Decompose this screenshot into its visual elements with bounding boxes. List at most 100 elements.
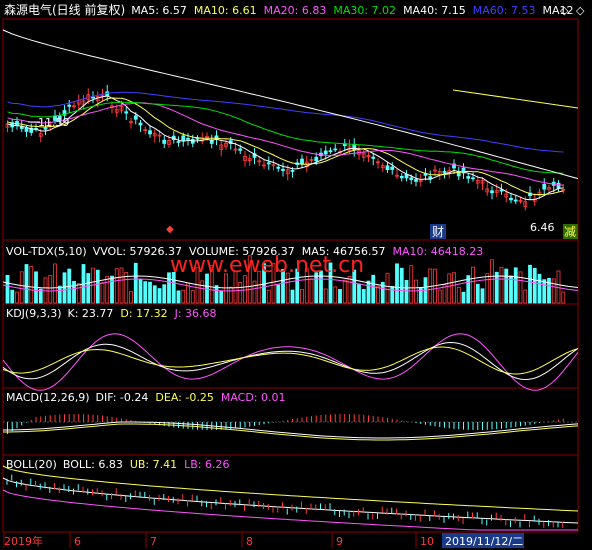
candle (67, 104, 72, 107)
volume-bar (72, 280, 76, 304)
volume-bar (499, 266, 504, 304)
volume-bar (48, 275, 53, 304)
volume-bar (518, 271, 523, 304)
candle (91, 96, 95, 99)
volume-bar (556, 270, 561, 304)
volume-bar (323, 288, 328, 304)
volume-bar (138, 278, 143, 304)
candle (314, 156, 319, 162)
high-label: 11.59 (38, 116, 70, 129)
candle (24, 127, 29, 132)
candle (399, 175, 404, 179)
volume-bar (29, 266, 34, 304)
candle (409, 177, 414, 181)
volume-bar (190, 290, 195, 304)
kdj-j-line (2, 333, 579, 391)
volume-bar (523, 289, 528, 304)
month-label: 2019年 (4, 534, 43, 548)
badge-jian: 减 (564, 225, 576, 239)
candle (133, 115, 138, 120)
volume-bar (485, 273, 490, 304)
volume-bar (266, 289, 271, 304)
candle (423, 173, 428, 176)
candle (124, 111, 129, 114)
volume-bar (376, 285, 380, 304)
volume-bar (547, 277, 551, 304)
candle (138, 122, 143, 126)
volume-bar (224, 273, 228, 304)
volume-bar (252, 280, 257, 304)
indicator-value: DEA: -0.25 (155, 391, 213, 404)
candle (371, 156, 376, 159)
volume-bar (214, 285, 219, 304)
candle (209, 140, 214, 144)
stock-chart-window: 11.59 6.46 财 减 ◆ 森源电气(日线 前复权) MA5: 6.57 MA10: 6… (0, 0, 592, 550)
volume-bar (399, 267, 404, 304)
ma-value: MA20: 6.83 (264, 4, 327, 17)
ma-value: MA12 (543, 4, 574, 17)
chart-canvas[interactable]: 11.59 6.46 财 减 ◆ 森源电气(日线 前复权) MA5: 6.57 MA10: 6… (0, 0, 592, 550)
candle (323, 150, 328, 155)
candle (266, 162, 271, 165)
volume-bar (19, 271, 24, 304)
volume-bar (15, 291, 19, 304)
volume-bar (228, 286, 233, 304)
volume-bar (561, 291, 566, 304)
volume-bar (5, 274, 10, 304)
candle (281, 168, 285, 171)
low-label: 6.46 (530, 221, 555, 234)
volume-bar (437, 289, 442, 304)
candle (181, 135, 186, 142)
volume-bar (513, 267, 518, 304)
volume-bar (509, 275, 513, 304)
month-label: 9 (336, 535, 343, 548)
indicator-value: UB: 7.41 (130, 458, 177, 471)
indicator-value: DIF: -0.24 (96, 391, 149, 404)
month-label: 8 (246, 535, 253, 548)
indicator-value: J: 36.68 (174, 307, 217, 320)
volume-bar (385, 272, 390, 304)
volume-bar (181, 289, 186, 304)
volume-bar (95, 269, 100, 304)
volume-bar (133, 262, 138, 304)
volume-bar (309, 278, 314, 304)
volume-bar (395, 263, 399, 304)
volume-bar (404, 280, 409, 304)
ma-value: MA40: 7.15 (403, 4, 466, 17)
volume-bar (86, 273, 91, 304)
indicator-value: VVOL: 57926.37 (93, 245, 182, 258)
month-label: 7 (150, 535, 157, 548)
volume-bar (480, 288, 485, 304)
volume-bar (532, 267, 537, 304)
volume-bar (157, 288, 162, 304)
candle (490, 190, 494, 194)
diamond-icon: ◇ (560, 4, 569, 17)
ma-line-ma250 (452, 89, 579, 109)
candle (276, 166, 281, 169)
indicator-value: K: 23.77 (68, 307, 114, 320)
indicator-value: MACD: 0.01 (221, 391, 286, 404)
volume-bar (471, 266, 475, 304)
ma-line-ma120 (2, 29, 579, 180)
candle (300, 158, 304, 164)
ma-line-ma60 (7, 91, 564, 153)
volume-bar (452, 272, 456, 304)
volume-bar (24, 264, 29, 304)
volume-bar (409, 265, 414, 304)
volume-bar (475, 283, 480, 304)
volume-bar (338, 289, 342, 304)
indicator-value: MA10: 46418.23 (393, 245, 484, 258)
candle (176, 141, 181, 143)
month-label: 10 (420, 535, 434, 548)
volume-bar (76, 283, 81, 304)
volume-bar (152, 285, 157, 304)
volume-bar (100, 282, 105, 304)
volume-bar (129, 291, 133, 304)
volume-bar (162, 284, 167, 304)
volume-bar (143, 281, 148, 304)
volume-bar (276, 284, 281, 304)
panel-title: BOLL(20) (6, 458, 57, 471)
volume-bar (542, 279, 547, 304)
volume-bar (176, 290, 181, 304)
volume-bar (366, 280, 371, 304)
